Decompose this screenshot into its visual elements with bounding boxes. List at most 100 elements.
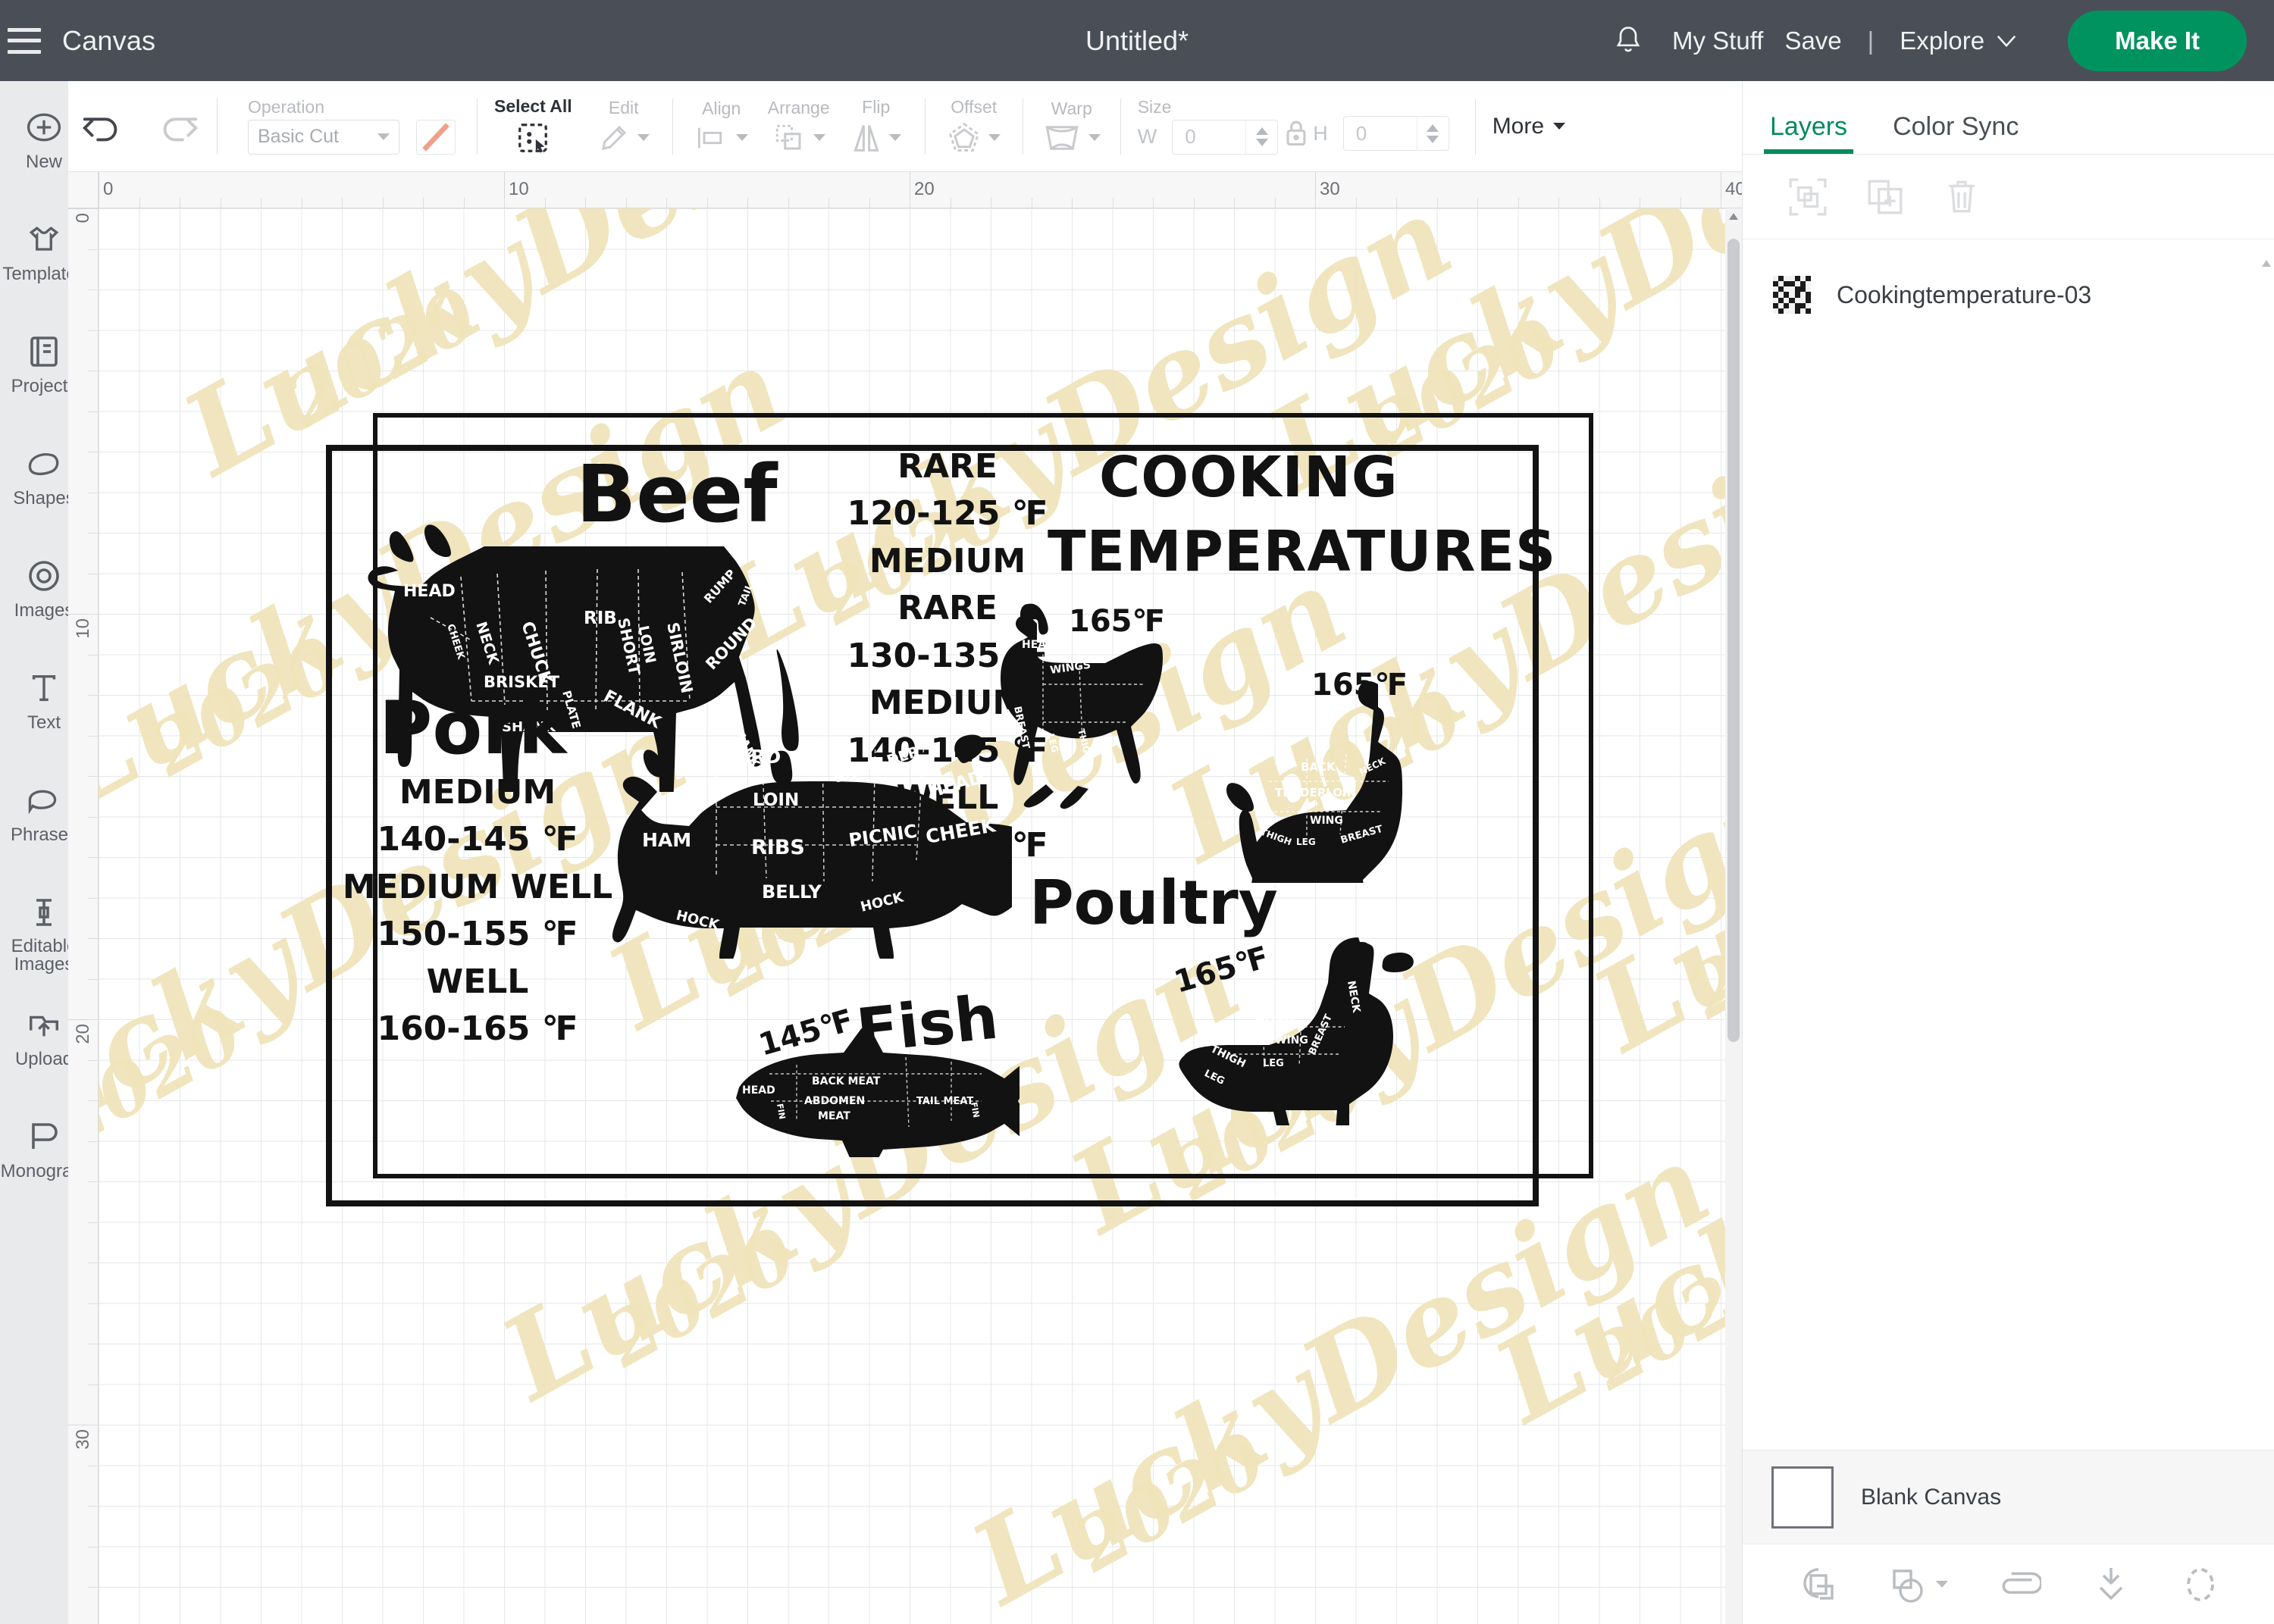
tab-color-sync[interactable]: Color Sync xyxy=(1893,112,2019,154)
ruler-minor-tick xyxy=(1153,198,1154,208)
document-title[interactable]: Untitled* xyxy=(1085,25,1189,57)
my-stuff-link[interactable]: My Stuff xyxy=(1662,27,1774,55)
select-all-button[interactable]: Select All xyxy=(494,98,572,155)
hamburger-menu-icon[interactable] xyxy=(8,28,41,54)
ruler-minor-tick xyxy=(88,289,98,290)
scroll-up-arrow-icon[interactable] xyxy=(1729,213,1738,220)
operation-select[interactable]: Basic Cut xyxy=(248,120,399,155)
caret-down-icon xyxy=(1936,1581,1948,1588)
warp-grid-icon xyxy=(1043,123,1081,153)
flatten-icon[interactable] xyxy=(2091,1565,2131,1604)
ruler-minor-tick xyxy=(88,1222,98,1223)
svg-text:SHOULDER: SHOULDER xyxy=(832,743,922,787)
editable-images-icon xyxy=(27,892,61,933)
undo-arrow-icon[interactable] xyxy=(80,108,124,145)
ruler-minor-tick xyxy=(88,614,98,615)
toolbar-divider xyxy=(925,99,926,155)
ruler-minor-tick xyxy=(1356,198,1357,208)
sidebar-item-templates[interactable]: Templates xyxy=(0,219,68,310)
svg-text:LEG: LEG xyxy=(1296,837,1316,847)
height-input[interactable] xyxy=(1344,117,1417,150)
notification-bell-icon[interactable] xyxy=(1613,24,1643,58)
canvas-grid[interactable]: LuckyDesign 2020 LuckyDesign 2020 LuckyD… xyxy=(99,208,1742,1624)
layer-list[interactable]: Cookingtemperature-03 xyxy=(1743,239,2274,1450)
operation-color-swatch[interactable] xyxy=(416,120,456,155)
new-plus-icon xyxy=(24,107,64,148)
layer-list-scroll-indicator[interactable] xyxy=(2262,247,2271,338)
canvas-vertical-scrollbar[interactable] xyxy=(1725,208,1742,1624)
chevron-down-icon xyxy=(1088,134,1101,141)
watermark-year: 2020 xyxy=(590,1210,809,1383)
ruler-minor-tick xyxy=(1437,198,1438,208)
watermark-year: 2020 xyxy=(99,990,256,1163)
ruler-minor-tick xyxy=(88,1100,98,1101)
trash-delete-icon[interactable] xyxy=(1941,177,1982,217)
offset-button[interactable]: Offset xyxy=(942,99,1006,155)
explore-dropdown[interactable]: Explore xyxy=(1889,27,2028,55)
sidebar-label: Text xyxy=(27,713,61,732)
height-stepper[interactable] xyxy=(1417,117,1449,150)
lock-aspect-ratio-button[interactable] xyxy=(1281,117,1311,150)
arrange-button[interactable]: Arrange xyxy=(767,99,831,154)
scrollbar-thumb[interactable] xyxy=(1727,239,1740,1042)
ruler-minor-tick xyxy=(1599,198,1600,208)
ruler-corner xyxy=(68,172,99,208)
svg-text:BELLY: BELLY xyxy=(762,881,822,903)
canvas-color-swatch[interactable] xyxy=(1771,1466,1834,1529)
make-it-button[interactable]: Make It xyxy=(2068,11,2247,71)
temp-name: MEDIUM WELL xyxy=(334,864,622,911)
toolbar-divider xyxy=(217,99,218,155)
attach-paperclip-icon[interactable] xyxy=(1997,1566,2041,1603)
ruler-minor-tick xyxy=(88,695,98,696)
sidebar-item-editable-images[interactable]: Editable Images xyxy=(0,892,68,983)
width-field[interactable] xyxy=(1172,120,1278,155)
sidebar-item-upload[interactable]: Upload xyxy=(0,1004,68,1095)
sidebar-item-shapes[interactable]: Shapes xyxy=(0,443,68,534)
design-canvas-area[interactable]: 0 10 20 30 40 0 10 20 30 LuckyDesign 202… xyxy=(68,172,1742,1624)
design-artwork[interactable]: Beef HEAD CHEEK xyxy=(326,413,1599,1209)
width-input[interactable] xyxy=(1173,120,1245,154)
group-selection-icon[interactable] xyxy=(1787,177,1829,217)
vertical-ruler: 0 10 20 30 xyxy=(68,208,99,1624)
sidebar-label: Templates xyxy=(2,264,68,283)
align-left-icon xyxy=(695,123,728,153)
edit-button[interactable]: Edit xyxy=(592,99,656,154)
canvas-background-row[interactable]: Blank Canvas xyxy=(1743,1450,2274,1544)
ruler-minor-tick xyxy=(464,198,465,208)
sidebar-label: Editable Images xyxy=(11,937,68,974)
duplicate-icon[interactable] xyxy=(1864,177,1906,217)
sidebar-item-text[interactable]: Text xyxy=(0,668,68,759)
ruler-minor-tick xyxy=(88,533,98,534)
save-button[interactable]: Save xyxy=(1774,27,1852,55)
warp-button[interactable]: Warp xyxy=(1040,100,1104,153)
ruler-minor-tick xyxy=(88,249,98,250)
align-button[interactable]: Align xyxy=(690,100,753,153)
tab-layers[interactable]: Layers xyxy=(1770,112,1847,154)
redo-arrow-icon[interactable] xyxy=(156,108,200,145)
list-item[interactable]: Cookingtemperature-03 xyxy=(1743,262,2274,327)
ruler-v-label: 10 xyxy=(73,618,94,639)
sidebar-item-monogram[interactable]: Monogram xyxy=(0,1116,68,1207)
height-field[interactable] xyxy=(1343,116,1449,151)
explore-label: Explore xyxy=(1900,27,1984,55)
sidebar-item-phrases[interactable]: Phrases xyxy=(0,780,68,871)
ruler-minor-tick xyxy=(88,1141,98,1142)
ruler-minor-tick xyxy=(88,655,98,656)
artwork-title-line1: COOKING xyxy=(1099,445,1399,510)
more-dropdown[interactable]: More xyxy=(1493,114,1565,139)
weld-combine-icon[interactable] xyxy=(1887,1565,1948,1604)
slice-icon[interactable] xyxy=(1796,1565,1837,1604)
warp-caption: Warp xyxy=(1051,100,1092,117)
layers-stack-icon xyxy=(772,122,806,154)
sidebar-item-projects[interactable]: Projects xyxy=(0,331,68,422)
chevron-down-icon xyxy=(889,134,901,141)
sidebar-item-new[interactable]: New xyxy=(0,107,68,198)
flip-button[interactable]: Flip xyxy=(844,99,908,155)
contour-icon[interactable] xyxy=(2181,1565,2220,1604)
width-label: W xyxy=(1138,125,1157,149)
width-stepper[interactable] xyxy=(1245,120,1277,154)
svg-text:TAIL MEAT: TAIL MEAT xyxy=(916,1096,973,1107)
ruler-minor-tick xyxy=(88,938,98,939)
sidebar-item-images[interactable]: Images xyxy=(0,555,68,646)
layer-name: Cookingtemperature-03 xyxy=(1837,281,2091,309)
